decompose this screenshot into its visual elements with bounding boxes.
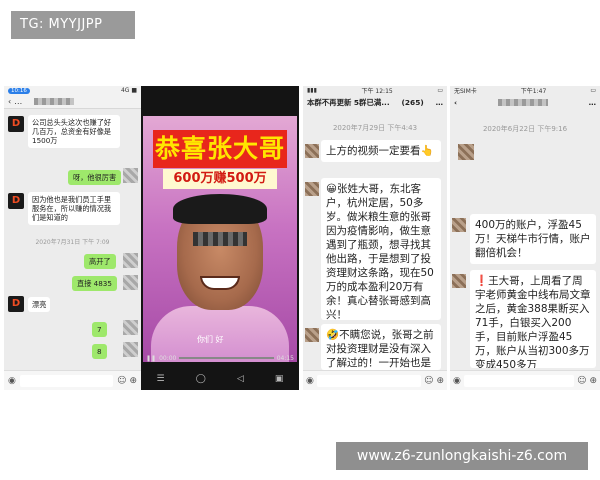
group-title: 本群不再更新 5群已满... <box>307 98 390 107</box>
screenshot-strip: 10:16 4G ■ ‹ … D 公司总头头这次也赚了好几百万，总资金有好像是1… <box>4 86 600 390</box>
video-caption: 你们 好 <box>197 335 224 344</box>
message-bubble: 上方的视频一定要看👆 <box>321 140 441 162</box>
video-screenshot: 恭喜张大哥 600万赚500万 你们 好 ❚❚ 00:00 04:15 ☰ ◯ … <box>141 86 299 390</box>
battery-icon: ▭ <box>590 87 596 94</box>
message-input[interactable] <box>19 374 114 387</box>
my-avatar[interactable] <box>123 168 138 183</box>
message-bubble: 直接 4835 <box>72 276 117 291</box>
battery-icon: ▭ <box>437 87 443 94</box>
back-icon[interactable]: ‹ <box>454 98 457 107</box>
emoji-icon[interactable]: ☺ <box>117 376 126 386</box>
status-time: 10:16 <box>8 87 30 94</box>
site-watermark: www.z6-zunlongkaishi-z6.com <box>336 442 588 470</box>
status-bar: ▮▮▮ 下午 12:15 ▭ <box>303 86 447 95</box>
message-bubble: 高开了 <box>84 254 116 269</box>
member-count: (265) <box>401 98 424 107</box>
message-bubble: 🤣不瞒您说，张哥之前对投资理财是没有深入了解过的！一开始也是 <box>321 324 441 370</box>
chat-header: ‹ … <box>4 95 141 109</box>
my-avatar[interactable] <box>123 320 138 335</box>
contact-avatar[interactable]: D <box>8 296 24 312</box>
message-input[interactable] <box>463 374 575 387</box>
group-chat-screenshot: ▮▮▮ 下午 12:15 ▭ 本群不再更新 5群已满... (265) … 20… <box>303 86 447 390</box>
voice-icon[interactable]: ◉ <box>8 376 16 386</box>
chat-input-bar: ◉ ☺ ⊕ <box>303 370 447 390</box>
chat-timestamp: 2020年7月31日 下午 7:09 <box>35 239 110 246</box>
more-icon[interactable]: … <box>589 98 596 107</box>
more-icon[interactable]: … <box>14 97 22 106</box>
my-avatar[interactable] <box>123 253 138 268</box>
message-bubble: 漂亮 <box>28 297 51 312</box>
blurred-contact-name <box>497 99 548 106</box>
my-avatar[interactable] <box>123 342 138 357</box>
plus-icon[interactable]: ⊕ <box>129 376 137 386</box>
chat-header: 本群不再更新 5群已满... (265) … <box>303 95 447 110</box>
voice-icon[interactable]: ◉ <box>453 376 461 386</box>
contact-avatar[interactable]: D <box>8 116 24 132</box>
collage-page: TG: MYYJJPP 10:16 4G ■ ‹ … D 公司总头头这次也赚了好… <box>0 0 600 480</box>
plus-icon[interactable]: ⊕ <box>589 376 597 386</box>
signal-icon: ▮▮▮ <box>307 87 317 94</box>
banner-subtitle: 600万赚500万 <box>163 169 277 189</box>
message-bubble: 7 <box>92 322 107 337</box>
chat-input-bar: ◉ ☺ ⊕ <box>4 370 141 390</box>
message-bubble: ❗王大哥，上周看了周宇老师黄金中线布局文章之后，黄金388果断买入71手，白银买… <box>470 270 596 368</box>
status-bar: 10:16 4G ■ <box>4 86 141 95</box>
chat-timestamp: 2020年6月22日 下午9:16 <box>482 125 568 133</box>
video-frame[interactable]: 恭喜张大哥 600万赚500万 你们 好 <box>143 116 297 362</box>
back-icon[interactable]: ◁ <box>237 374 244 384</box>
android-nav-bar: ☰ ◯ ◁ ▣ <box>141 368 299 390</box>
sender-avatar[interactable] <box>305 144 319 158</box>
menu-icon[interactable]: ☰ <box>157 374 165 384</box>
message-bubble: 呀，他很厉害 <box>68 170 122 185</box>
my-avatar[interactable] <box>123 275 138 290</box>
blurred-contact-name <box>34 98 75 105</box>
sender-avatar[interactable] <box>452 218 466 232</box>
chat-screenshot-4: 无SIM卡 下午1:47 ▭ ‹ … 2020年6月22日 下午9:16 400… <box>450 86 600 390</box>
chat-screenshot-1: 10:16 4G ■ ‹ … D 公司总头头这次也赚了好几百万，总资金有好像是1… <box>4 86 141 390</box>
mosaic-eyes <box>193 232 247 246</box>
sender-avatar[interactable] <box>458 144 474 160</box>
chat-timestamp: 2020年7月29日 下午4:43 <box>332 124 418 132</box>
pause-icon[interactable]: ❚❚ <box>146 355 156 362</box>
status-time: 下午1:47 <box>520 88 547 95</box>
banner-title: 恭喜张大哥 <box>153 130 287 168</box>
contact-avatar[interactable]: D <box>8 193 24 209</box>
more-icon[interactable]: … <box>436 98 443 107</box>
person-hair <box>173 194 267 224</box>
home-icon[interactable]: ◯ <box>196 374 206 384</box>
message-bubble: 400万的账户，浮盈45万！天梯牛市行情，账户翻倍机会！ <box>470 214 596 264</box>
voice-icon[interactable]: ◉ <box>306 376 314 386</box>
time-elapsed: 00:00 <box>159 354 177 362</box>
back-icon[interactable]: ‹ <box>8 97 11 106</box>
carrier-label: 无SIM卡 <box>454 88 477 95</box>
tg-watermark: TG: MYYJJPP <box>11 11 135 39</box>
message-bubble: 公司总头头这次也赚了好几百万，总资金有好像是1500万 <box>28 115 120 148</box>
chat-input-bar: ◉ ☺ ⊕ <box>450 370 600 390</box>
sender-avatar[interactable] <box>305 182 319 196</box>
chat-header: ‹ … <box>450 95 600 110</box>
emoji-icon[interactable]: ☺ <box>424 376 433 386</box>
status-time: 下午 12:15 <box>361 88 393 95</box>
status-signal: 4G ■ <box>120 87 137 94</box>
progress-track[interactable] <box>179 357 274 359</box>
emoji-icon[interactable]: ☺ <box>577 376 586 386</box>
sender-avatar[interactable] <box>305 328 319 342</box>
message-bubble: 因为他也是我们员工手里服务在，所以赚的情况我们是知道的 <box>28 192 120 225</box>
sender-avatar[interactable] <box>452 274 466 288</box>
message-bubble: 8 <box>92 344 107 359</box>
status-bar: 无SIM卡 下午1:47 ▭ <box>450 86 600 95</box>
time-total: 04:15 <box>276 354 294 362</box>
screenshot-icon[interactable]: ▣ <box>275 374 284 384</box>
message-input[interactable] <box>316 374 422 387</box>
message-bubble: 😀张姓大哥，东北客户，杭州定居，50多岁。做米粮生意的张哥因为疫情影响，做生意遇… <box>321 178 441 320</box>
plus-icon[interactable]: ⊕ <box>436 376 444 386</box>
video-controls: ❚❚ 00:00 04:15 <box>143 354 297 362</box>
